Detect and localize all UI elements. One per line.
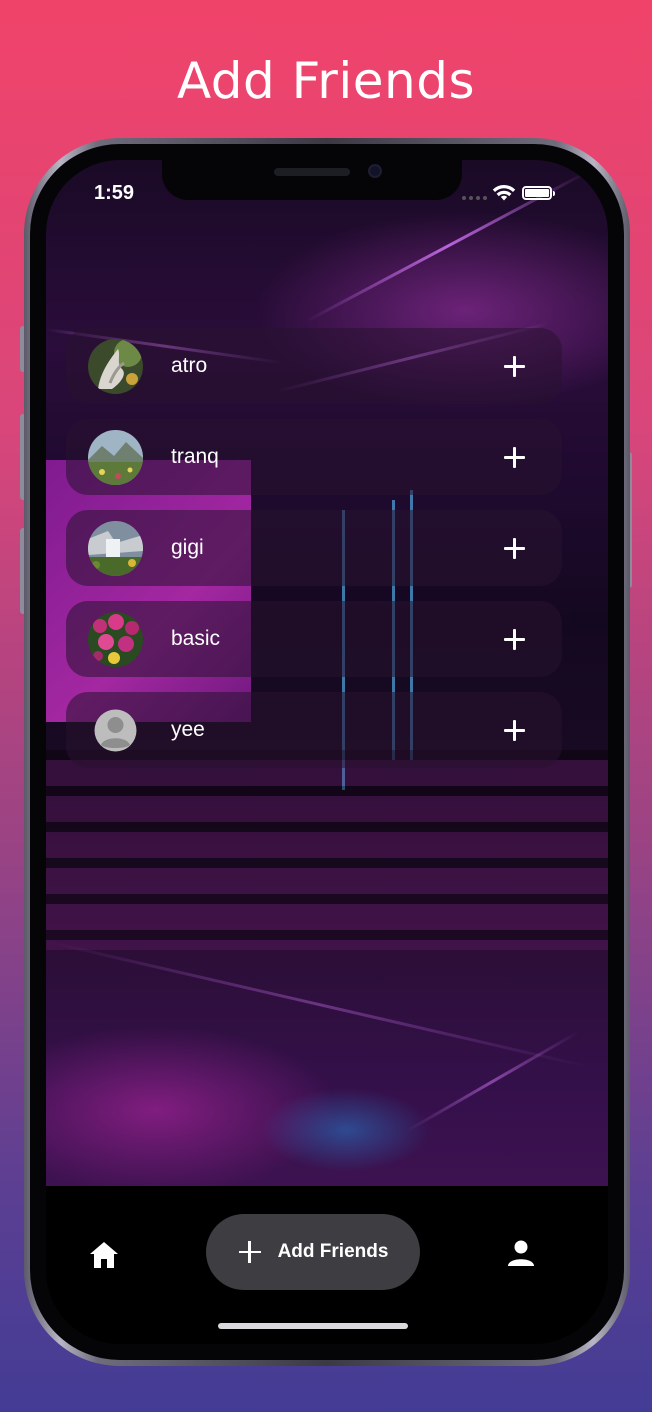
avatar-default-person[interactable] xyxy=(88,703,143,758)
friend-name: gigi xyxy=(171,536,204,559)
add-friends-button-label: Add Friends xyxy=(277,1241,389,1262)
home-indicator[interactable] xyxy=(218,1323,408,1329)
friend-row: gigi xyxy=(66,510,562,586)
friend-row: tranq xyxy=(66,419,562,495)
add-friend-icon[interactable] xyxy=(496,621,532,657)
friend-row: basic xyxy=(66,601,562,677)
battery-icon xyxy=(522,186,555,200)
person-icon[interactable] xyxy=(506,1238,536,1268)
plus-icon xyxy=(238,1240,262,1264)
phone-frame: 1:59 atro tranq gigi basic yee Add Frien… xyxy=(24,138,630,1366)
add-friend-icon[interactable] xyxy=(496,530,532,566)
phone-screen: 1:59 atro tranq gigi basic yee Add Frien… xyxy=(46,160,608,1344)
status-time: 1:59 xyxy=(94,182,135,204)
phone-notch xyxy=(162,160,462,200)
avatar-mountain-meadow[interactable] xyxy=(88,429,143,485)
front-camera xyxy=(368,164,382,178)
friend-name: tranq xyxy=(171,445,219,468)
add-friend-icon[interactable] xyxy=(496,439,532,475)
add-friends-button[interactable]: Add Friends xyxy=(206,1214,420,1290)
bottom-navigation-bar: Add Friends xyxy=(46,1186,608,1336)
friend-row: yee xyxy=(66,692,562,768)
friend-name: basic xyxy=(171,627,221,650)
friend-row: atro xyxy=(66,328,562,404)
add-friend-icon[interactable] xyxy=(496,348,532,384)
page-headline: Add Friends xyxy=(176,52,475,110)
avatar-flowers[interactable] xyxy=(88,611,143,667)
wifi-icon xyxy=(492,184,516,201)
friend-name: atro xyxy=(171,354,208,377)
avatar-waterfall[interactable] xyxy=(88,520,143,576)
speaker-grille xyxy=(274,168,350,176)
cellular-signal-icon xyxy=(462,196,487,200)
friend-name: yee xyxy=(171,718,205,741)
friend-list: atro tranq gigi basic yee xyxy=(66,328,562,783)
add-friend-icon[interactable] xyxy=(496,712,532,748)
avatar-sculpture[interactable] xyxy=(88,338,143,394)
home-icon[interactable] xyxy=(88,1240,120,1270)
status-bar: 1:59 xyxy=(46,160,608,220)
